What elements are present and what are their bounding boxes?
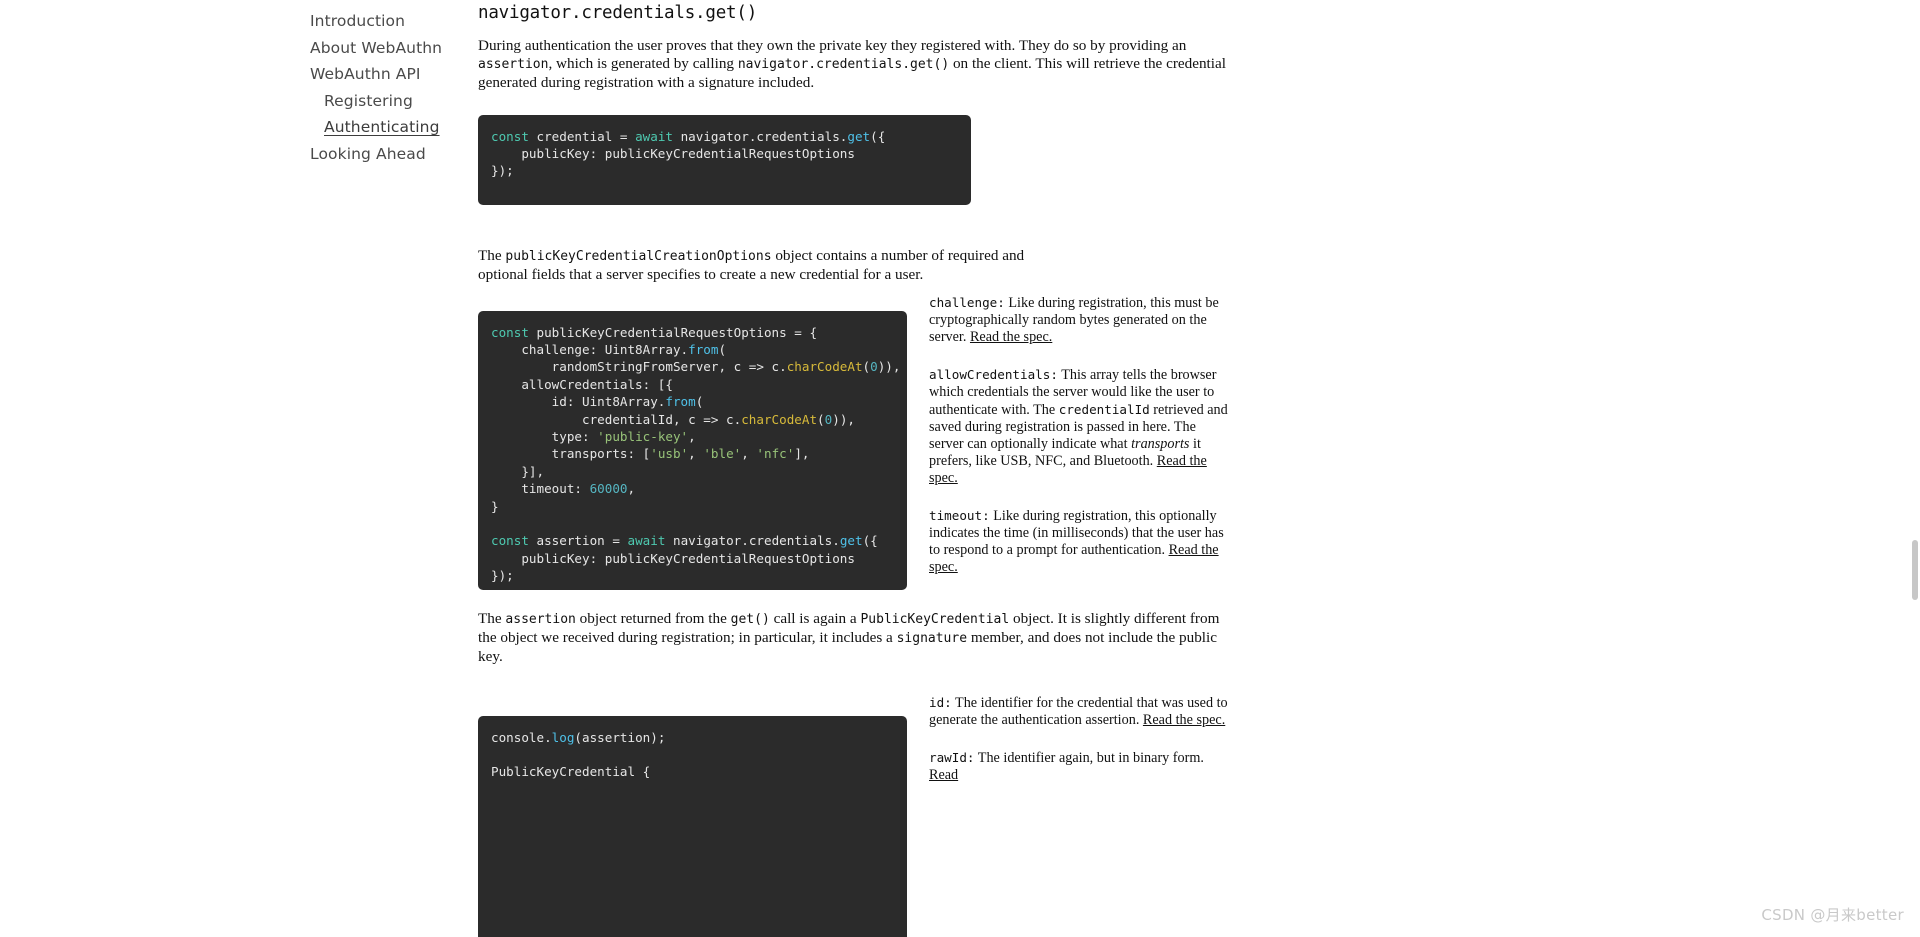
annotation-term-id: id: bbox=[929, 695, 952, 710]
annotation-column-options: challenge: Like during registration, thi… bbox=[929, 294, 1229, 591]
page-root: Introduction About WebAuthn WebAuthn API… bbox=[0, 0, 1920, 937]
watermark: CSDN @月来better bbox=[1761, 906, 1904, 924]
code-block-request-options: const publicKeyCredentialRequestOptions … bbox=[478, 310, 907, 590]
paragraph3-part-c: call is again a bbox=[769, 610, 861, 627]
annotation-text-rawid: The identifier again, but in binary form… bbox=[974, 750, 1204, 766]
read-the-spec-link-rawid[interactable]: Read bbox=[929, 767, 958, 783]
annotation-column-assertion: id: The identifier for the credential th… bbox=[929, 694, 1229, 799]
annotation-timeout: timeout: Like during registration, this … bbox=[929, 507, 1229, 576]
read-the-spec-link-challenge[interactable]: Read the spec. bbox=[970, 329, 1052, 345]
annotation-rawid: rawId: The identifier again, but in bina… bbox=[929, 749, 1229, 784]
assertion-paragraph: The assertion object returned from the g… bbox=[478, 610, 1226, 666]
table-of-contents-sidebar: Introduction About WebAuthn WebAuthn API… bbox=[0, 13, 460, 173]
inline-code-publickeycredential: PublicKeyCredential bbox=[860, 612, 1010, 627]
annotation-allowcredentials: allowCredentials: This array tells the b… bbox=[929, 366, 1229, 487]
code-block-console-log-assertion: console.log(assertion); PublicKeyCredent… bbox=[478, 715, 907, 937]
paragraph2-part-a: The bbox=[478, 247, 506, 264]
paragraph1-part-b: , which is generated by calling bbox=[548, 55, 738, 72]
code-block-credentials-get: const credential = await navigator.crede… bbox=[478, 114, 971, 205]
annotation-term-timeout: timeout: bbox=[929, 508, 990, 523]
inline-code-assertion: assertion bbox=[478, 57, 549, 72]
inline-code-credentials-get: navigator.credentials.get() bbox=[737, 57, 950, 72]
read-the-spec-link-id[interactable]: Read the spec. bbox=[1143, 712, 1225, 728]
inline-code-signature: signature bbox=[896, 631, 968, 646]
paragraph3-part-b: object returned from the bbox=[575, 610, 731, 627]
sidebar-item-looking-ahead[interactable]: Looking Ahead bbox=[0, 146, 460, 163]
page-scrollbar-thumb[interactable] bbox=[1912, 540, 1918, 600]
inline-code-get: get() bbox=[730, 612, 770, 627]
sidebar-item-registering[interactable]: Registering bbox=[0, 93, 460, 110]
inline-code-creation-options: publicKeyCredentialCreationOptions bbox=[505, 249, 772, 264]
annotation-emphasis-transports: transports bbox=[1131, 436, 1190, 452]
inline-code-credentialid: credentialId bbox=[1058, 402, 1150, 417]
annotation-challenge: challenge: Like during registration, thi… bbox=[929, 294, 1229, 346]
page-scrollbar-track[interactable] bbox=[1909, 0, 1920, 937]
paragraph3-part-a: The bbox=[478, 610, 506, 627]
sidebar-item-about-webauthn[interactable]: About WebAuthn bbox=[0, 40, 460, 57]
inline-code-assertion-2: assertion bbox=[505, 612, 576, 627]
sidebar-item-authenticating[interactable]: Authenticating bbox=[0, 119, 460, 136]
annotation-term-rawid: rawId: bbox=[929, 750, 975, 765]
page-title: navigator.credentials.get() bbox=[478, 3, 758, 23]
sidebar-item-introduction[interactable]: Introduction bbox=[0, 13, 460, 30]
intro-paragraph: During authentication the user proves th… bbox=[478, 37, 1226, 92]
paragraph1-part-a: During authentication the user proves th… bbox=[478, 37, 1187, 54]
annotation-term-challenge: challenge: bbox=[929, 295, 1005, 310]
annotation-term-allowcredentials: allowCredentials: bbox=[929, 367, 1058, 382]
annotation-id: id: The identifier for the credential th… bbox=[929, 694, 1229, 729]
sidebar-item-webauthn-api[interactable]: WebAuthn API bbox=[0, 66, 460, 83]
options-paragraph: The publicKeyCredentialCreationOptions o… bbox=[478, 247, 1038, 284]
